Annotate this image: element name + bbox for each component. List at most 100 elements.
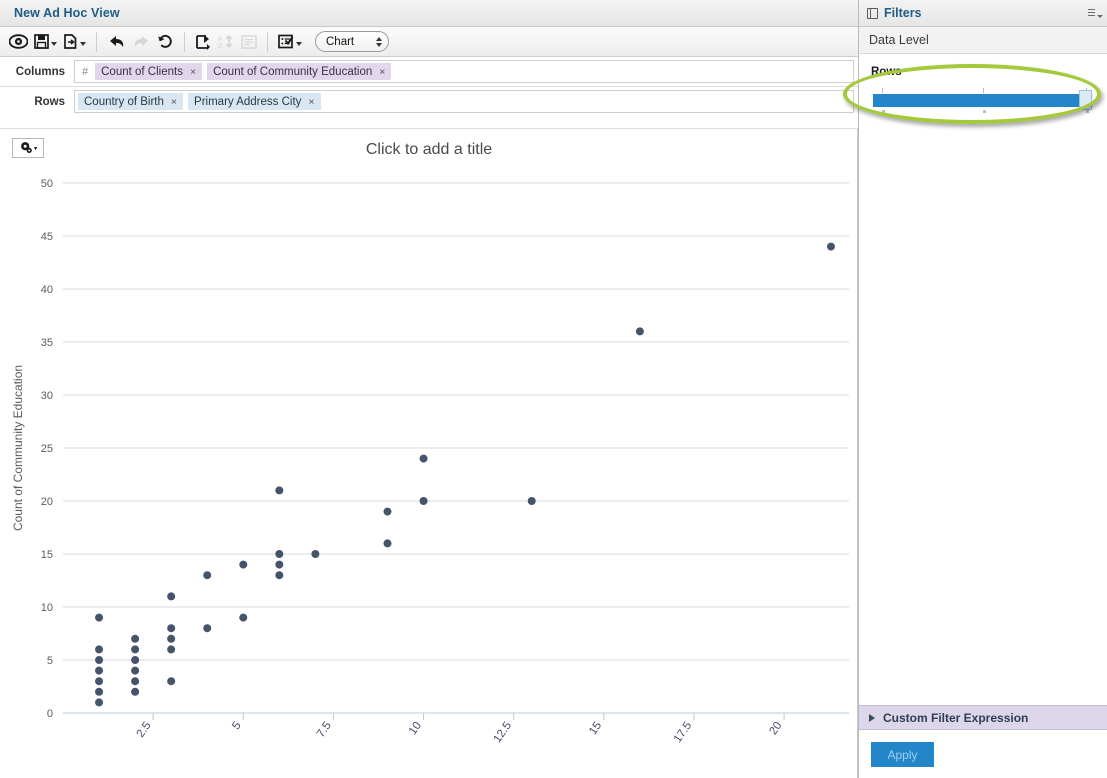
svg-text:A: A [218, 36, 223, 43]
pill-remove-icon[interactable]: × [171, 96, 177, 108]
slider-handle[interactable] [1079, 90, 1092, 110]
pill-remove-icon[interactable]: × [379, 66, 385, 78]
x-axis-tick-label: 12.5 [491, 720, 514, 745]
undo-icon[interactable] [104, 30, 129, 54]
switch-group-icon[interactable] [192, 30, 215, 54]
y-axis-tick-label: 0 [47, 708, 53, 720]
scatter-point[interactable] [203, 624, 212, 633]
redo-icon[interactable] [129, 30, 154, 54]
rows-drop-well[interactable]: Country of Birth × Primary Address City … [74, 90, 854, 113]
scatter-point[interactable] [203, 571, 212, 580]
slider-scale-dot [882, 110, 885, 113]
ad-hoc-editor-pane: New Ad Hoc View A Z Chart Columns # Coun… [0, 0, 858, 778]
scatter-point[interactable] [419, 497, 428, 505]
scatter-point[interactable] [167, 592, 176, 601]
custom-filter-expression-section[interactable]: Custom Filter Expression [859, 705, 1107, 730]
slider-fill [873, 94, 1085, 107]
pill-label: Primary Address City [194, 95, 302, 108]
scatter-point[interactable] [131, 677, 140, 686]
pill-remove-icon[interactable]: × [190, 66, 196, 78]
scatter-point[interactable] [383, 539, 392, 548]
select-chart-type-icon[interactable] [275, 30, 305, 54]
scatter-point[interactable] [527, 497, 536, 505]
revert-icon[interactable] [154, 30, 177, 54]
row-pill-country-of-birth[interactable]: Country of Birth × [78, 93, 184, 110]
toolbar-group-charttype: Chart [275, 27, 389, 56]
view-title: New Ad Hoc View [14, 6, 120, 20]
scatter-point[interactable] [239, 560, 248, 569]
scatter-point[interactable] [131, 656, 140, 664]
export-icon[interactable] [60, 30, 89, 54]
save-icon[interactable] [31, 30, 60, 54]
y-axis-label: Count of Community Education [11, 365, 25, 531]
pill-remove-icon[interactable]: × [308, 96, 314, 108]
scatter-point[interactable] [95, 666, 104, 675]
scatter-point[interactable] [131, 687, 140, 696]
data-level-label: Data Level [869, 33, 929, 47]
scatter-point[interactable] [131, 645, 140, 654]
scatter-point[interactable] [275, 550, 284, 558]
scatter-point[interactable] [826, 242, 835, 251]
y-axis-tick-label: 45 [41, 231, 53, 243]
scatter-point[interactable] [167, 624, 176, 633]
scatter-point[interactable] [95, 677, 104, 686]
scatter-point[interactable] [95, 656, 104, 664]
view-title-bar: New Ad Hoc View [0, 0, 858, 27]
columns-shelf: Columns # Count of Clients × Count of Co… [0, 57, 858, 86]
toolbar-group-data: A Z [192, 27, 260, 56]
scatter-point[interactable] [167, 645, 176, 654]
view-type-select[interactable]: Chart [315, 31, 389, 52]
scatter-point[interactable] [95, 645, 104, 654]
columns-drop-well[interactable]: # Count of Clients × Count of Community … [74, 60, 854, 83]
y-axis-tick-label: 25 [41, 443, 53, 455]
scatter-point[interactable] [95, 698, 104, 707]
scatter-point[interactable] [95, 613, 104, 622]
x-axis-tick-label: 17.5 [672, 720, 695, 745]
scatter-point[interactable] [131, 634, 140, 643]
chart-type-caret[interactable] [296, 42, 302, 46]
rows-filter-group: Rows [859, 54, 1107, 114]
filters-header: Filters [859, 0, 1107, 27]
y-axis-tick-label: 30 [41, 390, 53, 402]
x-axis-tick-label: 5 [230, 720, 244, 732]
scatter-point[interactable] [275, 560, 284, 569]
slider-tick [983, 88, 984, 93]
scatter-point[interactable] [239, 613, 248, 622]
filters-menu-icon[interactable] [1087, 7, 1103, 19]
scatter-point[interactable] [95, 687, 104, 696]
rows-filter-label: Rows [871, 66, 902, 78]
rows-filter-slider[interactable] [871, 88, 1095, 114]
scatter-point[interactable] [419, 454, 428, 463]
scatter-point[interactable] [275, 486, 284, 495]
row-pill-primary-address-city[interactable]: Primary Address City × [188, 93, 321, 110]
pill-label: Country of Birth [84, 95, 164, 108]
scatter-point[interactable] [635, 327, 644, 336]
custom-filter-expression-label: Custom Filter Expression [883, 710, 1029, 725]
scatter-point[interactable] [275, 571, 284, 580]
column-pill-count-of-clients[interactable]: Count of Clients × [95, 63, 203, 80]
ad-hoc-view-app: New Ad Hoc View A Z Chart Columns # Coun… [0, 0, 1107, 778]
editor-toolbar: A Z Chart [0, 27, 858, 57]
data-level-row[interactable]: Data Level [859, 27, 1107, 54]
chart-canvas: Click to add a title 0 5 10 15 20 25 30 35 40 45 5… [0, 128, 858, 778]
scatter-point[interactable] [311, 550, 320, 558]
y-axis-tick-label: 35 [41, 337, 53, 349]
scatter-point[interactable] [131, 666, 140, 675]
apply-button[interactable]: Apply [871, 742, 934, 767]
save-menu-caret[interactable] [51, 42, 57, 46]
scatter-point[interactable] [167, 677, 176, 686]
rows-shelf: Rows Country of Birth × Primary Address … [0, 87, 858, 116]
scatter-plot: 0 5 10 15 20 25 30 35 40 45 50 2.5 5 7.5 10 12.5 15 17.5 2… [11, 178, 849, 778]
x-axis-tick-label: 15 [587, 720, 604, 737]
panel-collapse-icon[interactable] [867, 7, 878, 19]
scatter-point[interactable] [167, 634, 176, 643]
column-pill-count-of-community-education[interactable]: Count of Community Education × [207, 63, 392, 80]
chevron-updown-icon[interactable] [376, 36, 382, 47]
preview-icon[interactable] [6, 30, 31, 54]
x-axis-tick-label: 20 [767, 720, 784, 737]
page-options-icon[interactable] [238, 30, 260, 54]
export-menu-caret[interactable] [80, 42, 86, 46]
x-axis-tick-label: 7.5 [315, 720, 334, 740]
sort-icon[interactable]: A Z [215, 30, 238, 54]
scatter-point[interactable] [383, 507, 392, 516]
